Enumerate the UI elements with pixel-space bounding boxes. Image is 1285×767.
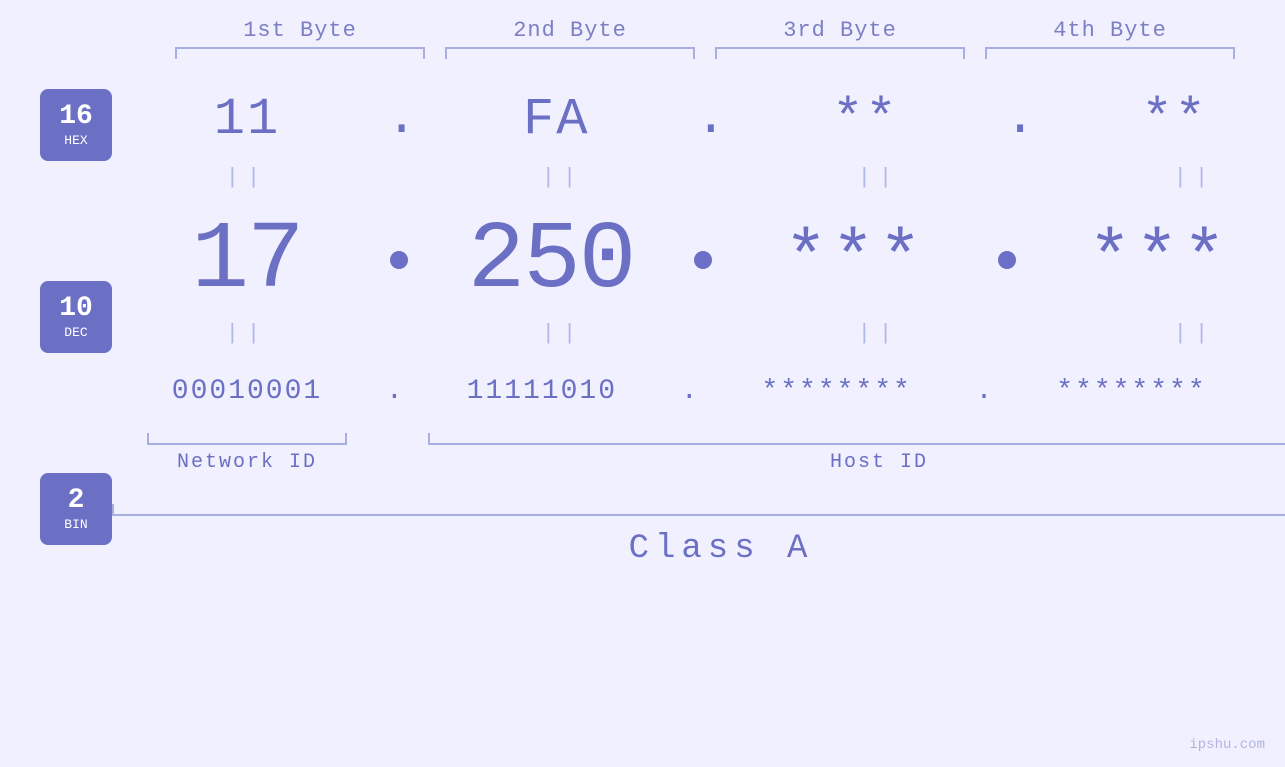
host-id-label: Host ID <box>830 451 928 474</box>
byte4-header: 4th Byte <box>975 18 1245 43</box>
hex-dot3: . <box>1004 93 1035 145</box>
byte-headers: 1st Byte 2nd Byte 3rd Byte 4th Byte <box>0 18 1285 43</box>
bin-b1: 00010001 <box>112 376 382 407</box>
eq2-b1: || <box>112 321 382 346</box>
hex-b3: ** <box>730 90 1000 149</box>
network-id-label: Network ID <box>177 451 317 474</box>
byte3-header: 3rd Byte <box>705 18 975 43</box>
hex-badge-label: HEX <box>64 133 87 148</box>
hex-b4-cell: ** <box>1040 90 1285 149</box>
network-bracket <box>147 433 347 445</box>
dec-b3-cell: *** <box>720 219 990 301</box>
hex-dot1: . <box>386 93 417 145</box>
bin-b1-cell: 00010001 <box>112 376 382 407</box>
byte1-header: 1st Byte <box>165 18 435 43</box>
bracket1-line <box>175 47 425 59</box>
bin-dot3: . <box>976 376 993 407</box>
bracket1 <box>165 47 435 59</box>
ip-display: 11 . FA . ** . ** || || <box>112 69 1285 568</box>
dec-row: 17 250 *** *** <box>112 205 1285 315</box>
bin-badge-number: 2 <box>68 486 85 517</box>
eq2-b4: || <box>1060 321 1285 346</box>
dec-dot2 <box>694 251 712 269</box>
outer-bracket-row <box>112 504 1285 516</box>
eq1-b3: || <box>744 165 1014 190</box>
dec-badge: 10 DEC <box>40 281 112 353</box>
bracket4-line <box>985 47 1235 59</box>
equals-row-1: || || || || <box>112 159 1285 195</box>
main-container: 1st Byte 2nd Byte 3rd Byte 4th Byte 16 H… <box>0 0 1285 767</box>
dec-b2: 250 <box>416 206 686 315</box>
host-bracket-group: Host ID <box>428 433 1285 474</box>
bin-b4-cell: ******** <box>996 376 1266 407</box>
dec-b2-cell: 250 <box>416 206 686 315</box>
bin-row: 00010001 . 11111010 . ******** . *******… <box>112 361 1285 421</box>
bin-b2-cell: 11111010 <box>407 376 677 407</box>
dec-badge-number: 10 <box>59 294 93 325</box>
bracket2-line <box>445 47 695 59</box>
bin-b3-cell: ******** <box>702 376 972 407</box>
hex-b4: ** <box>1040 90 1285 149</box>
bracket3-line <box>715 47 965 59</box>
bin-badge: 2 BIN <box>40 473 112 545</box>
bin-badge-label: BIN <box>64 517 87 532</box>
hex-badge: 16 HEX <box>40 89 112 161</box>
content-area: 16 HEX 10 DEC 2 BIN 11 . FA <box>0 69 1285 568</box>
dec-b4: *** <box>1024 219 1285 301</box>
bin-b4: ******** <box>996 376 1266 407</box>
network-bracket-group: Network ID <box>112 433 382 474</box>
bin-b3: ******** <box>702 376 972 407</box>
hex-b1: 11 <box>112 90 382 149</box>
outer-bracket <box>112 504 1285 516</box>
bracket3 <box>705 47 975 59</box>
eq2-b3: || <box>744 321 1014 346</box>
bottom-brackets-labels: Network ID Host ID <box>112 433 1285 474</box>
dec-b1: 17 <box>112 206 382 315</box>
badges-column: 16 HEX 10 DEC 2 BIN <box>40 69 112 545</box>
dec-b4-cell: *** <box>1024 219 1285 301</box>
bin-dot2: . <box>681 376 698 407</box>
hex-b2-cell: FA <box>421 90 691 149</box>
dec-b1-cell: 17 <box>112 206 382 315</box>
hex-b1-cell: 11 <box>112 90 382 149</box>
hex-b2: FA <box>421 90 691 149</box>
dec-badge-label: DEC <box>64 325 87 340</box>
hex-b3-cell: ** <box>730 90 1000 149</box>
equals-row-2: || || || || <box>112 315 1285 351</box>
eq1-b1: || <box>112 165 382 190</box>
watermark: ipshu.com <box>1189 737 1265 753</box>
hex-row: 11 . FA . ** . ** <box>112 79 1285 159</box>
class-label: Class A <box>629 530 814 568</box>
class-container: Class A <box>112 530 1285 568</box>
dec-b3: *** <box>720 219 990 301</box>
dec-dot3 <box>998 251 1016 269</box>
hex-dot2: . <box>695 93 726 145</box>
eq2-b2: || <box>428 321 698 346</box>
bracket2 <box>435 47 705 59</box>
host-bracket <box>428 433 1285 445</box>
eq1-b2: || <box>428 165 698 190</box>
byte2-header: 2nd Byte <box>435 18 705 43</box>
hex-badge-number: 16 <box>59 102 93 133</box>
bracket4 <box>975 47 1245 59</box>
bin-dot1: . <box>386 376 403 407</box>
dec-dot1 <box>390 251 408 269</box>
eq1-b4: || <box>1060 165 1285 190</box>
bin-b2: 11111010 <box>407 376 677 407</box>
top-brackets <box>0 47 1285 59</box>
